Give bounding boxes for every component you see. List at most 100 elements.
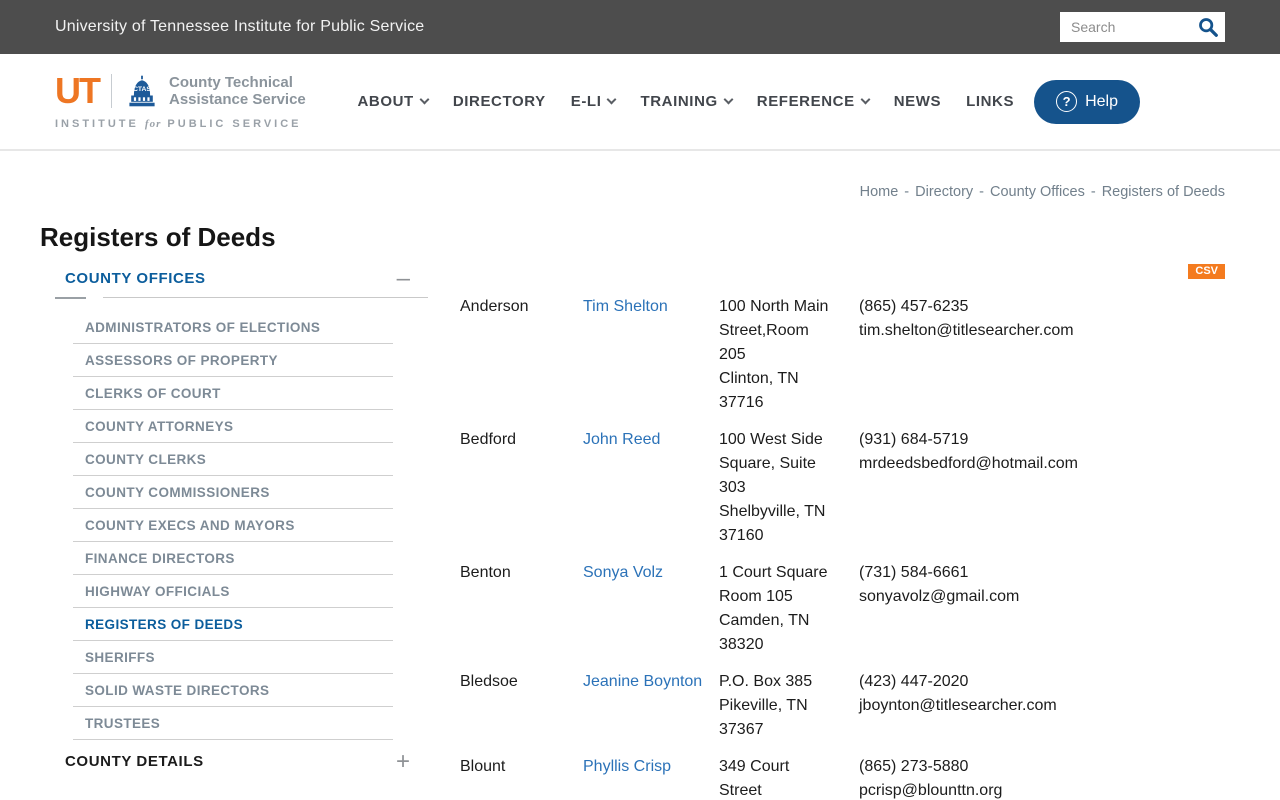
nav-item-label: TRAINING <box>640 93 718 110</box>
email-text: mrdeedsbedford@hotmail.com <box>859 455 1079 472</box>
table-row: Benton Sonya Volz 1 Court Square Room 105… <box>460 561 1225 657</box>
help-button[interactable]: ? Help <box>1034 79 1140 124</box>
page: University of Tennessee Institute for Pu… <box>0 0 1280 800</box>
sidebar-item-county-execs-and-mayors[interactable]: COUNTY EXECS AND MAYORS <box>73 509 393 542</box>
brand-name: County Technical Assistance Service <box>169 74 306 108</box>
primary-nav: ABOUT DIRECTORY E-LI TRAINING REFERENCE NEWS L… <box>357 79 1140 124</box>
sidebar: COUNTY OFFICES – ADMINISTRATORS OF ELECT… <box>55 266 428 773</box>
name-cell: John Reed <box>583 428 719 452</box>
nav-item-training[interactable]: TRAINING <box>640 93 734 110</box>
nav-item-directory[interactable]: DIRECTORY <box>453 93 546 110</box>
main-header: UT CTAS County Technical Assistance Serv… <box>0 54 1280 151</box>
register-name-link[interactable]: Sonya Volz <box>583 564 663 581</box>
sidebar-item-solid-waste-directors[interactable]: SOLID WASTE DIRECTORS <box>73 674 393 707</box>
sidebar-section-label: COUNTY OFFICES <box>65 270 206 287</box>
breadcrumb-item[interactable]: Directory <box>915 184 973 200</box>
name-cell: Jeanine Boynton <box>583 670 719 694</box>
sidebar-item-list: ADMINISTRATORS OF ELECTIONS ASSESSORS OF … <box>73 311 428 740</box>
sidebar-section-county-offices[interactable]: COUNTY OFFICES – <box>55 266 428 297</box>
ut-logo: UT <box>55 70 101 111</box>
sidebar-item-county-attorneys[interactable]: COUNTY ATTORNEYS <box>73 410 393 443</box>
chevron-down-icon <box>419 94 430 104</box>
sidebar-underline <box>55 297 428 299</box>
register-name-link[interactable]: John Reed <box>583 431 660 448</box>
search-button[interactable] <box>1191 12 1225 42</box>
brand-logo[interactable]: UT CTAS County Technical Assistance Serv… <box>55 73 306 131</box>
site-title: University of Tennessee Institute for Pu… <box>55 18 425 35</box>
table-row: Blount Phyllis Crisp 349 Court Street (86… <box>460 755 1225 800</box>
sidebar-item-highway-officials[interactable]: HIGHWAY OFFICIALS <box>73 575 393 608</box>
phone-text: (931) 684-5719 <box>859 431 969 448</box>
phone-text: (865) 457-6235 <box>859 298 969 315</box>
phone-text: (865) 273-5880 <box>859 758 969 775</box>
sidebar-item-administrators-of-elections[interactable]: ADMINISTRATORS OF ELECTIONS <box>73 311 393 344</box>
chevron-down-icon <box>723 94 734 104</box>
sidebar-item-finance-directors[interactable]: FINANCE DIRECTORS <box>73 542 393 575</box>
sidebar-section-county-details[interactable]: COUNTY DETAILS + <box>55 749 428 773</box>
county-cell: Anderson <box>460 298 529 315</box>
collapse-minus-icon[interactable]: – <box>397 266 410 290</box>
register-name-link[interactable]: Jeanine Boynton <box>583 673 702 690</box>
sidebar-item-registers-of-deeds[interactable]: REGISTERS OF DEEDS <box>73 608 393 641</box>
svg-text:CTAS: CTAS <box>133 86 151 93</box>
address-cell: 100 West Side Square, Suite 303 Shelbyville… <box>719 431 826 544</box>
table-row: Anderson Tim Shelton 100 North Main Stree… <box>460 295 1225 415</box>
email-text: sonyavolz@gmail.com <box>859 588 1020 605</box>
nav-item-links[interactable]: LINKS <box>966 93 1014 110</box>
phone-text: (731) 584-6661 <box>859 564 969 581</box>
page-title: Registers of Deeds <box>40 222 276 252</box>
expand-plus-icon[interactable]: + <box>396 749 410 773</box>
breadcrumb-separator: - <box>979 184 984 200</box>
email-text: tim.shelton@titlesearcher.com <box>859 322 1074 339</box>
name-cell: Phyllis Crisp <box>583 755 719 779</box>
brand-lockup: UT CTAS County Technical Assistance Serv… <box>55 73 306 109</box>
help-question-icon: ? <box>1056 91 1078 112</box>
nav-item-label: DIRECTORY <box>452 93 546 110</box>
county-cell: Bedford <box>460 431 517 448</box>
address-cell: 349 Court Street <box>719 758 790 799</box>
sidebar-item-assessors-of-property[interactable]: ASSESSORS OF PROPERTY <box>73 344 393 377</box>
nav-item-label: NEWS <box>893 93 942 110</box>
name-cell: Sonya Volz <box>583 561 719 585</box>
nav-item-reference[interactable]: REFERENCE <box>756 93 871 110</box>
breadcrumb-item[interactable]: Home <box>860 184 899 200</box>
top-utility-bar: University of Tennessee Institute for Pu… <box>0 0 1280 54</box>
sidebar-item-trustees[interactable]: TRUSTEES <box>73 707 393 740</box>
address-cell: 100 North Main Street,Room 205 Clinton, TN 3… <box>719 298 829 411</box>
search-input[interactable] <box>1060 19 1191 35</box>
table-row: Bledsoe Jeanine Boynton P.O. Box 385 Pike… <box>460 670 1225 742</box>
email-text: pcrisp@blounttn.org <box>859 782 1003 799</box>
sidebar-item-county-clerks[interactable]: COUNTY CLERKS <box>73 443 393 476</box>
breadcrumb-item[interactable]: County Offices <box>990 184 1085 200</box>
contact-cell: (731) 584-6661 sonyavolz@gmail.com <box>859 561 1225 609</box>
search-box <box>1060 12 1225 42</box>
sidebar-item-clerks-of-court[interactable]: CLERKS OF COURT <box>73 377 393 410</box>
contact-cell: (865) 457-6235 tim.shelton@titlesearcher… <box>859 295 1225 343</box>
nav-item-about[interactable]: ABOUT <box>357 93 430 110</box>
nav-item-label: E-LI <box>570 93 602 110</box>
sidebar-item-county-commissioners[interactable]: COUNTY COMMISSIONERS <box>73 476 393 509</box>
contact-cell: (931) 684-5719 mrdeedsbedford@hotmail.co… <box>859 428 1225 476</box>
nav-item-e-li[interactable]: E-LI <box>570 93 617 110</box>
registers-table: Anderson Tim Shelton 100 North Main Stree… <box>460 295 1225 800</box>
nav-item-label: LINKS <box>966 93 1015 110</box>
register-name-link[interactable]: Tim Shelton <box>583 298 668 315</box>
csv-export-button[interactable]: CSV <box>1188 264 1225 279</box>
contact-cell: (865) 273-5880 pcrisp@blounttn.org <box>859 755 1225 800</box>
address-cell: 1 Court Square Room 105 Camden, TN 38320 <box>719 564 828 653</box>
county-cell: Benton <box>460 564 511 581</box>
search-icon <box>1197 16 1219 38</box>
breadcrumb: Home - Directory - County Offices - Registers … <box>860 184 1225 200</box>
register-name-link[interactable]: Phyllis Crisp <box>583 758 671 775</box>
nav-item-news[interactable]: NEWS <box>894 93 941 110</box>
breadcrumb-separator: - <box>1090 184 1096 200</box>
brand-divider <box>111 74 112 108</box>
address-cell: P.O. Box 385 Pikeville, TN 37367 <box>719 673 813 738</box>
nav-item-label: REFERENCE <box>756 93 855 110</box>
table-row: Bedford John Reed 100 West Side Square, S… <box>460 428 1225 548</box>
email-text: jboynton@titlesearcher.com <box>859 697 1057 714</box>
chevron-down-icon <box>860 94 871 104</box>
sidebar-item-sheriffs[interactable]: SHERIFFS <box>73 641 393 674</box>
chevron-down-icon <box>607 94 617 104</box>
breadcrumb-item: Registers of Deeds <box>1101 184 1225 200</box>
